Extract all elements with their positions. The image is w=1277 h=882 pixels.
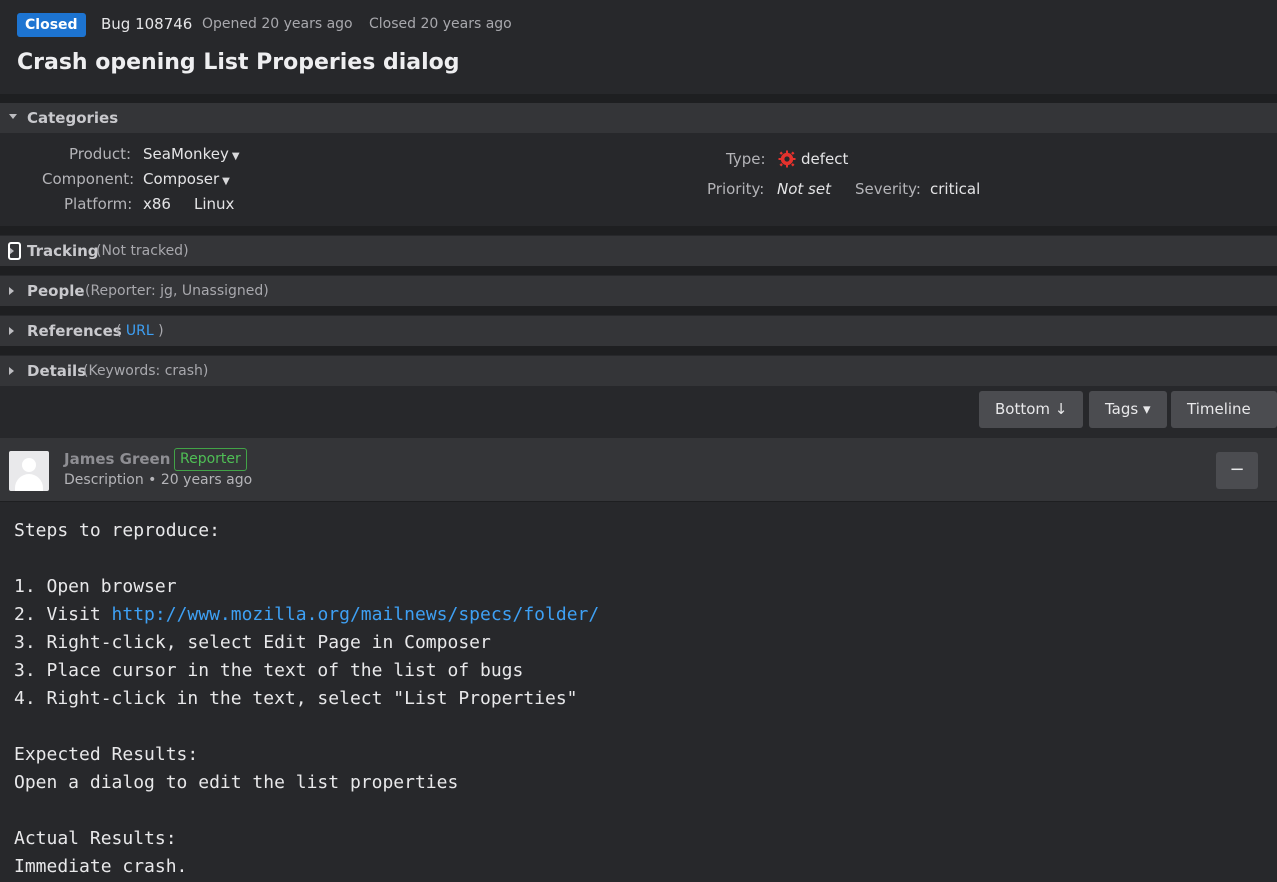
platform-arch: x86 xyxy=(143,195,171,213)
severity-label: Severity: xyxy=(855,180,921,198)
references-section-header[interactable]: References ( URL ) xyxy=(0,316,1277,346)
avatar-head xyxy=(22,458,36,472)
categories-section-header[interactable]: Categories xyxy=(0,103,1277,133)
component-dropdown[interactable]: Composer ▼ xyxy=(143,170,230,188)
caret-down-icon: ▼ xyxy=(222,176,230,187)
comment-toolbar xyxy=(0,387,1277,438)
defect-bug-icon xyxy=(778,150,796,168)
platform-os: Linux xyxy=(194,195,235,213)
section-title-references: References xyxy=(27,322,122,340)
comment-author[interactable]: James Green xyxy=(64,450,170,468)
chevron-right-icon xyxy=(9,287,14,295)
component-value: Composer xyxy=(143,170,220,188)
collapse-comment-button[interactable]: − xyxy=(1216,452,1258,489)
opened-time[interactable]: Opened 20 years ago xyxy=(202,16,353,32)
caret-down-icon: ▼ xyxy=(231,151,240,162)
priority-value: Not set xyxy=(777,180,831,198)
reporter-badge: Reporter xyxy=(174,448,247,471)
references-url-link[interactable]: URL xyxy=(126,323,154,339)
section-title-details: Details xyxy=(27,362,87,380)
comment-body: Steps to reproduce: 1. Open browser 2. V… xyxy=(14,517,599,881)
avatar[interactable] xyxy=(9,451,49,491)
details-section-header[interactable]: Details (Keywords: crash) xyxy=(0,356,1277,386)
closed-time[interactable]: Closed 20 years ago xyxy=(369,16,512,32)
comment-url-link[interactable]: http://www.mozilla.org/mailnews/specs/fo… xyxy=(112,604,600,625)
divider xyxy=(0,226,1277,235)
status-badge: Closed xyxy=(17,13,86,37)
comment-line: Immediate crash. xyxy=(14,856,188,877)
chevron-right-icon xyxy=(9,327,14,335)
comment-line: Expected Results: xyxy=(14,744,199,765)
bottom-button[interactable]: Bottom ↓ xyxy=(979,391,1084,428)
comment-line: Open a dialog to edit the list propertie… xyxy=(14,772,459,793)
severity-value: critical xyxy=(930,180,981,198)
product-dropdown[interactable]: SeaMonkey ▼ xyxy=(143,145,240,163)
bug-id[interactable]: Bug 108746 xyxy=(101,15,192,33)
comment-line: 1. Open browser xyxy=(14,576,177,597)
divider xyxy=(0,266,1277,275)
paren-close: ) xyxy=(158,323,164,339)
tracking-section-header[interactable]: Tracking (Not tracked) xyxy=(0,236,1277,266)
divider xyxy=(0,346,1277,355)
product-value: SeaMonkey xyxy=(143,145,229,163)
chevron-right-icon xyxy=(9,367,14,375)
divider xyxy=(0,306,1277,315)
tags-button[interactable]: Tags ▾ xyxy=(1089,391,1167,428)
focus-ring xyxy=(8,242,21,260)
priority-label: Priority: xyxy=(707,180,765,198)
component-label: Component: xyxy=(42,170,135,188)
comment-line: 4. Right-click in the text, select "List… xyxy=(14,688,578,709)
section-title-tracking: Tracking xyxy=(27,242,99,260)
people-summary: (Reporter: jg, Unassigned) xyxy=(85,283,269,299)
paren-open: ( xyxy=(116,323,122,339)
chevron-down-icon xyxy=(9,114,17,119)
comment-meta: Description • 20 years ago xyxy=(64,472,253,488)
details-summary: (Keywords: crash) xyxy=(83,363,209,379)
type-label: Type: xyxy=(726,150,766,168)
page-title: Crash opening List Properies dialog xyxy=(17,50,460,75)
comment-line: Actual Results: xyxy=(14,828,177,849)
timeline-button[interactable]: Timeline ▾ xyxy=(1171,391,1277,455)
type-value: defect xyxy=(801,150,849,168)
comment-line: 2. Visit xyxy=(14,604,112,625)
tracking-summary: (Not tracked) xyxy=(96,243,189,259)
references-summary: ( URL ) xyxy=(116,323,164,339)
product-label: Product: xyxy=(69,145,132,163)
section-title-categories: Categories xyxy=(27,109,119,127)
divider xyxy=(0,94,1277,103)
bug-header: Closed Bug 108746 Opened 20 years ago Cl… xyxy=(0,0,1277,94)
people-section-header[interactable]: People (Reporter: jg, Unassigned) xyxy=(0,276,1277,306)
avatar-body xyxy=(15,474,43,491)
section-title-people: People xyxy=(27,282,85,300)
comment-line: 3. Place cursor in the text of the list … xyxy=(14,660,524,681)
comment-line: 3. Right-click, select Edit Page in Comp… xyxy=(14,632,491,653)
platform-label: Platform: xyxy=(64,195,133,213)
comment-line: Steps to reproduce: xyxy=(14,520,220,541)
